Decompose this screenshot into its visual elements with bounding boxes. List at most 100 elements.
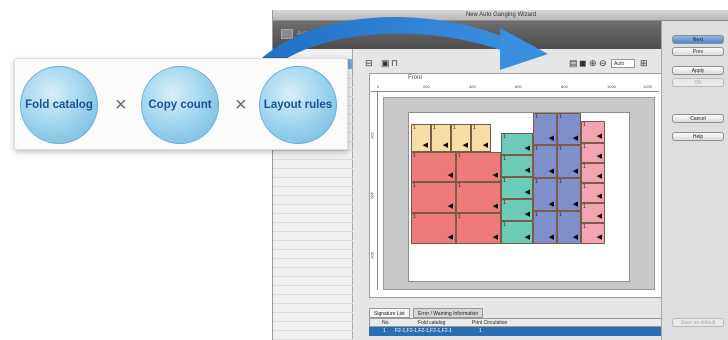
list-item[interactable] <box>273 269 353 277</box>
page-block[interactable]: 1 ◀ <box>456 152 501 182</box>
page-block[interactable]: 1 ◀ <box>557 178 581 211</box>
canvas-toolbar: ⊟ ▣ ⊓ ▤ ◼ ⊕ ⊖ Auto ⊞ <box>363 57 663 71</box>
ruler-tick-label: 400 <box>469 84 476 89</box>
save-as-default-button[interactable]: Save as default <box>672 318 724 327</box>
page-block[interactable]: 1 ◀ <box>411 124 431 152</box>
front-label: Front <box>408 75 423 81</box>
zoom-out-icon[interactable]: ⊖ <box>599 59 607 68</box>
apply-button[interactable]: Apply <box>672 66 724 75</box>
page-block[interactable]: 1 ◀ <box>501 177 533 199</box>
list-item[interactable] <box>273 188 353 196</box>
row-number: 1 <box>383 328 386 334</box>
page-block[interactable]: 1 ◀ <box>451 124 471 152</box>
column-header[interactable]: Print Circulation <box>472 319 507 327</box>
page-block[interactable]: 1 ◀ <box>533 113 557 145</box>
page-icon[interactable]: ▤ <box>569 59 578 68</box>
page-block[interactable]: 1 ◀ <box>581 203 605 223</box>
ruler-tick-label: 600 <box>515 84 522 89</box>
list-item[interactable] <box>273 206 353 214</box>
header-band-text: Auto Ganging <box>297 31 334 37</box>
list-item[interactable] <box>273 332 353 340</box>
sheet-icon[interactable]: ▣ <box>381 59 390 68</box>
bottom-tabs: Signature List Error / Warning Informati… <box>369 308 663 318</box>
page-block[interactable]: 1 ◀ <box>456 182 501 213</box>
page-block[interactable]: 1 ◀ <box>471 124 491 152</box>
list-item[interactable] <box>273 305 353 313</box>
column-header[interactable]: Fold catalog <box>418 319 445 327</box>
page-block[interactable]: 1 ◀ <box>501 133 533 155</box>
press-sheet: 1 ◀ 1 ◀ 1 ◀ 1 ◀ 1 ◀ 1 ◀ 1 ◀ 1 ◀ 1 ◀ 1 ◀ 1 ◀ 1 ◀ 1 ◀ 1… <box>383 97 655 290</box>
list-item[interactable] <box>273 242 353 250</box>
page-block[interactable]: 1 ◀ <box>501 199 533 221</box>
page-block[interactable]: 1 ◀ <box>581 143 605 163</box>
page-block[interactable]: 1 ◀ <box>533 145 557 178</box>
list-item[interactable] <box>273 161 353 169</box>
row-circulation: 1 <box>479 328 482 334</box>
list-item[interactable] <box>273 233 353 241</box>
list-item[interactable] <box>273 197 353 205</box>
copy-count-bubble: Copy count <box>141 66 219 144</box>
header-band: Auto Ganging <box>273 21 667 49</box>
tab-error-warning[interactable]: Error / Warning Information <box>413 308 484 318</box>
zoom-select[interactable]: Auto <box>611 59 635 68</box>
ok-button[interactable]: OK <box>672 78 724 87</box>
ruler-tick-label: 1200 <box>643 84 652 89</box>
page-block[interactable]: 1 ◀ <box>533 178 557 211</box>
ruler-tick-label: 400 <box>370 192 375 199</box>
column-header[interactable]: No. <box>382 319 390 327</box>
tab-signature-list[interactable]: Signature List <box>369 308 410 318</box>
page-block[interactable]: 1 ◀ <box>431 124 451 152</box>
list-item[interactable] <box>273 323 353 331</box>
expand-icon[interactable]: ⊞ <box>640 59 648 68</box>
ruler-tick-label: 200 <box>370 132 375 139</box>
fit-icon[interactable]: ◼ <box>579 59 586 68</box>
next-button[interactable]: Next <box>672 35 724 44</box>
page-block[interactable]: 1 ◀ <box>411 213 456 244</box>
ruler-tick-label: 600 <box>370 252 375 259</box>
multiply-symbol: × <box>115 94 127 116</box>
page-block[interactable]: 1 ◀ <box>501 221 533 244</box>
page-block[interactable]: 1 ◀ <box>581 121 605 143</box>
horizontal-ruler: 0 200 400 600 800 1000 1200 <box>371 84 659 92</box>
list-item[interactable] <box>273 215 353 223</box>
page-block[interactable]: 1 ◀ <box>581 163 605 183</box>
list-item[interactable] <box>273 260 353 268</box>
zoom-in-icon[interactable]: ⊕ <box>589 59 597 68</box>
page-block[interactable]: 1 ◀ <box>533 211 557 244</box>
page-block[interactable]: 1 ◀ <box>581 223 605 244</box>
list-item[interactable] <box>273 296 353 304</box>
list-item[interactable] <box>273 179 353 187</box>
page-block[interactable]: 1 ◀ <box>557 211 581 244</box>
ruler-tick-label: 0 <box>377 84 380 89</box>
bracket-icon[interactable]: ⊓ <box>391 59 398 68</box>
page-block[interactable]: 1 ◀ <box>411 152 456 182</box>
page-block[interactable]: 1 ◀ <box>557 145 581 178</box>
cancel-button[interactable]: Cancel <box>672 114 724 123</box>
list-item[interactable] <box>273 278 353 286</box>
page-block[interactable]: 1 ◀ <box>581 183 605 203</box>
ruler-tick-label: 1000 <box>607 84 616 89</box>
prev-button[interactable]: Prev <box>672 47 724 56</box>
fold-catalog-bubble: Fold catalog <box>20 66 98 144</box>
screenshot-stage: New Auto Ganging Wizard Auto Ganging ⊟ ▣… <box>0 0 728 340</box>
list-item[interactable] <box>273 287 353 295</box>
page-block[interactable]: 1 ◀ <box>501 155 533 177</box>
list-item[interactable] <box>273 170 353 178</box>
layout-icon[interactable]: ⊟ <box>365 59 373 68</box>
list-item[interactable] <box>273 251 353 259</box>
row-fold-catalog: F2-1,F2-1,F2-1,F2-1,F2-1 <box>395 328 452 334</box>
ganged-layout[interactable]: 1 ◀ 1 ◀ 1 ◀ 1 ◀ 1 ◀ 1 ◀ 1 ◀ 1 ◀ 1 ◀ 1 ◀ 1 ◀ 1 ◀ 1 ◀ 1… <box>408 112 630 282</box>
help-button[interactable]: Help <box>672 132 724 141</box>
list-item[interactable] <box>273 152 353 160</box>
page-block[interactable]: 1 ◀ <box>456 213 501 244</box>
ruler-tick-label: 800 <box>561 84 568 89</box>
table-row[interactable]: 1 F2-1,F2-1,F2-1,F2-1,F2-1 1 <box>369 327 663 336</box>
page-block[interactable]: 1 ◀ <box>557 113 581 145</box>
page-block[interactable]: 1 ◀ <box>411 182 456 213</box>
wizard-button-pane: Next Prev Apply OK Cancel Help Save as d… <box>661 21 728 340</box>
concept-callout: Fold catalog × Copy count × Layout rules <box>14 58 348 150</box>
app-logo-icon <box>281 29 293 39</box>
signature-grid-header: No. Fold catalog Print Circulation <box>369 318 663 327</box>
list-item[interactable] <box>273 314 353 322</box>
list-item[interactable] <box>273 224 353 232</box>
